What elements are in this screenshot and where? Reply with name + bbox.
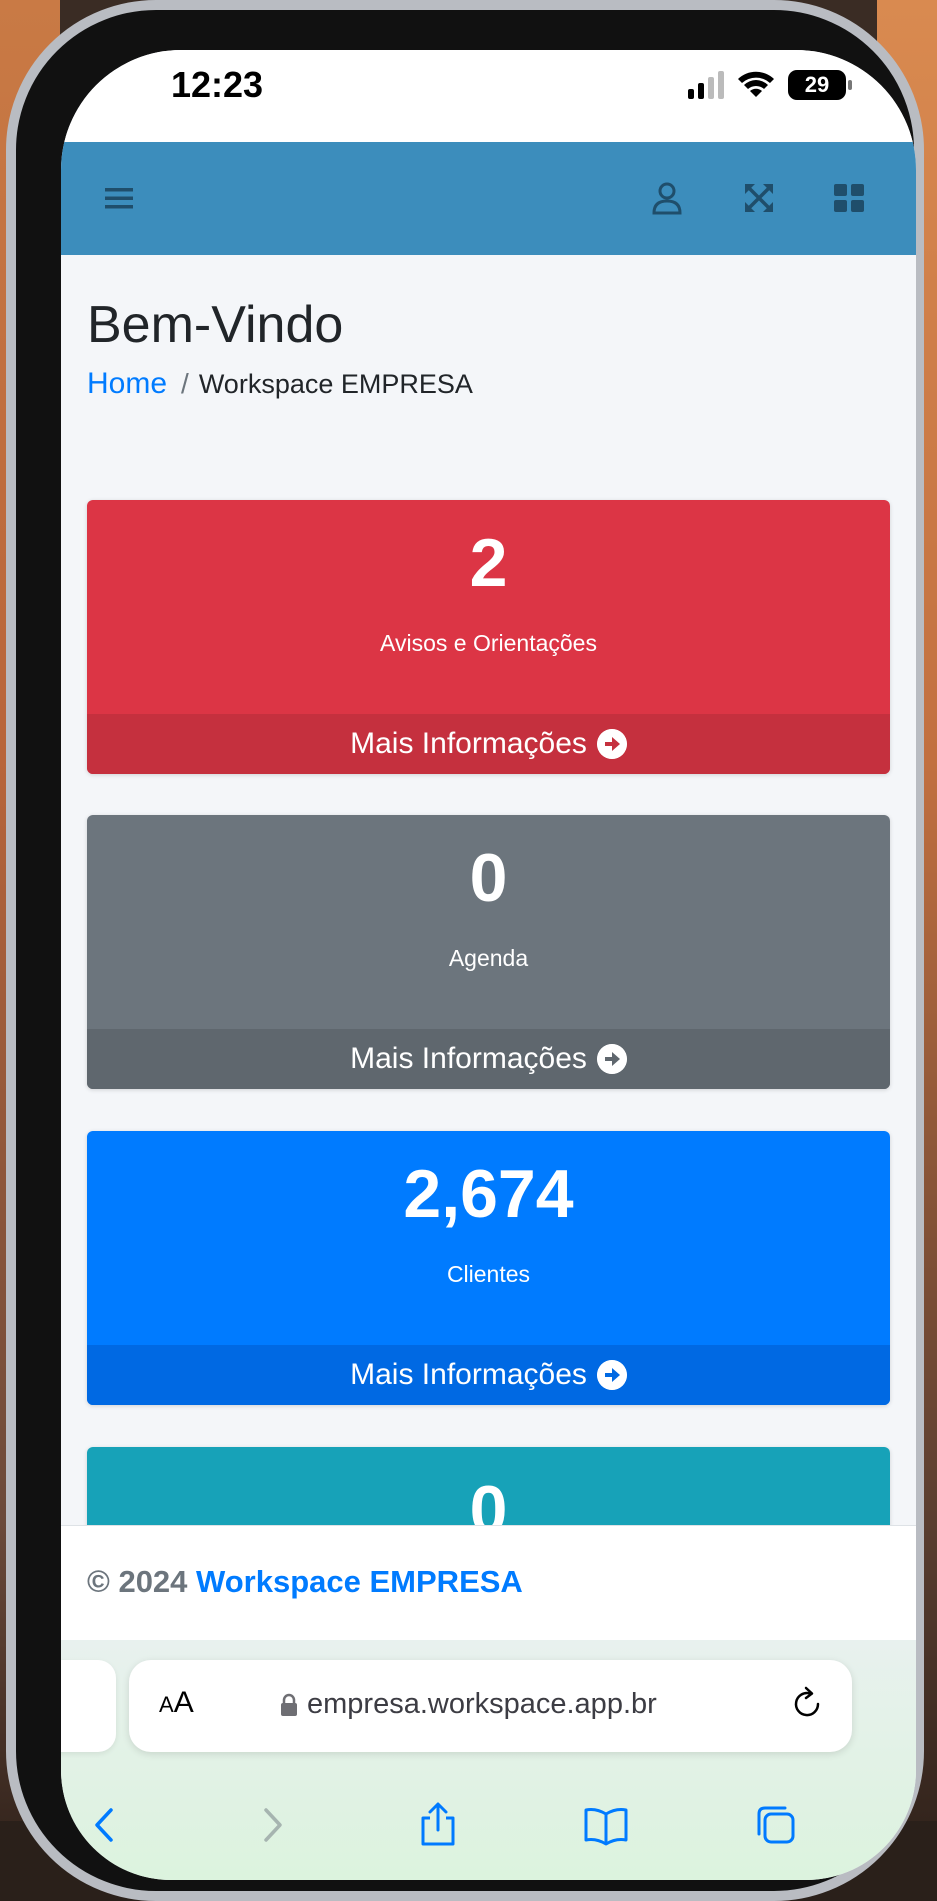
share-icon[interactable] [413, 1800, 463, 1850]
card-more-info-link[interactable]: Mais Informações [87, 714, 890, 774]
card-more-info-link[interactable]: Mais Informações [87, 1029, 890, 1089]
card-more-info-link[interactable]: Mais Informações [87, 1345, 890, 1405]
forward-icon[interactable] [246, 1800, 296, 1850]
back-icon[interactable] [81, 1800, 131, 1850]
bookmarks-icon[interactable] [581, 1800, 631, 1850]
card-label: Avisos e Orientações [380, 630, 597, 656]
card-label: Agenda [448, 945, 529, 971]
footer-copyright: © 2024 Workspace EMPRESA [87, 1564, 523, 1600]
arrow-circle-right-icon [596, 729, 627, 759]
more-info-label: Mais Informações [350, 727, 587, 760]
address-bar[interactable]: AA empresa.workspace.app.br [129, 1660, 852, 1752]
top-navbar [61, 142, 916, 255]
aa-large-letter: A [173, 1686, 194, 1719]
signal-icon [688, 71, 724, 99]
tabs-icon[interactable] [751, 1800, 801, 1850]
url-display: empresa.workspace.app.br [279, 1688, 657, 1721]
browser-toolbar: AA empresa.workspace.app.br [61, 1640, 916, 1880]
status-icons: 29 [688, 70, 852, 100]
lock-icon [281, 1693, 297, 1716]
status-bar: 12:23 29 [61, 50, 916, 142]
more-info-label: Mais Informações [350, 1358, 587, 1391]
copyright-text: © 2024 [87, 1564, 188, 1599]
breadcrumb-separator: / [181, 368, 189, 399]
card-value: 2 [469, 525, 508, 601]
footer-brand-link[interactable]: Workspace EMPRESA [196, 1564, 523, 1599]
battery-icon: 29 [788, 70, 852, 100]
card-clientes: 2,674 Clientes Mais Informações [87, 1131, 890, 1405]
grid-icon[interactable] [831, 180, 867, 216]
phone-screen: 12:23 29 Bem-Vindo Home / Workspace EMPR… [61, 50, 916, 1880]
status-time: 12:23 [171, 64, 264, 105]
breadcrumb: Home / Workspace EMPRESA [87, 367, 473, 401]
arrow-circle-right-icon [596, 1044, 627, 1074]
breadcrumb-home-link[interactable]: Home [87, 367, 167, 401]
card-value: 2,674 [403, 1156, 574, 1232]
breadcrumb-current: Workspace EMPRESA [198, 368, 473, 399]
user-icon[interactable] [649, 180, 685, 216]
reload-icon[interactable] [788, 1684, 828, 1724]
wifi-icon [738, 71, 774, 97]
previous-tab-preview[interactable] [61, 1660, 116, 1752]
url-text: empresa.workspace.app.br [307, 1688, 657, 1720]
page-title: Bem-Vindo [87, 296, 344, 354]
arrow-circle-right-icon [596, 1360, 627, 1390]
card-avisos: 2 Avisos e Orientações Mais Informações [87, 500, 890, 774]
reader-settings-button[interactable]: AA [159, 1686, 194, 1720]
aa-small-letter: A [159, 1692, 174, 1717]
card-agenda: 0 Agenda Mais Informações [87, 815, 890, 1089]
hamburger-icon[interactable] [101, 180, 137, 216]
main-content: Bem-Vindo Home / Workspace EMPRESA 2 Avi… [61, 255, 916, 1721]
card-label: Clientes [446, 1261, 531, 1287]
phone-frame: 12:23 29 Bem-Vindo Home / Workspace EMPR… [6, 0, 924, 1901]
page-footer: © 2024 Workspace EMPRESA [61, 1525, 916, 1640]
card-value: 0 [469, 840, 508, 916]
more-info-label: Mais Informações [350, 1042, 587, 1075]
fullscreen-icon[interactable] [741, 180, 777, 216]
